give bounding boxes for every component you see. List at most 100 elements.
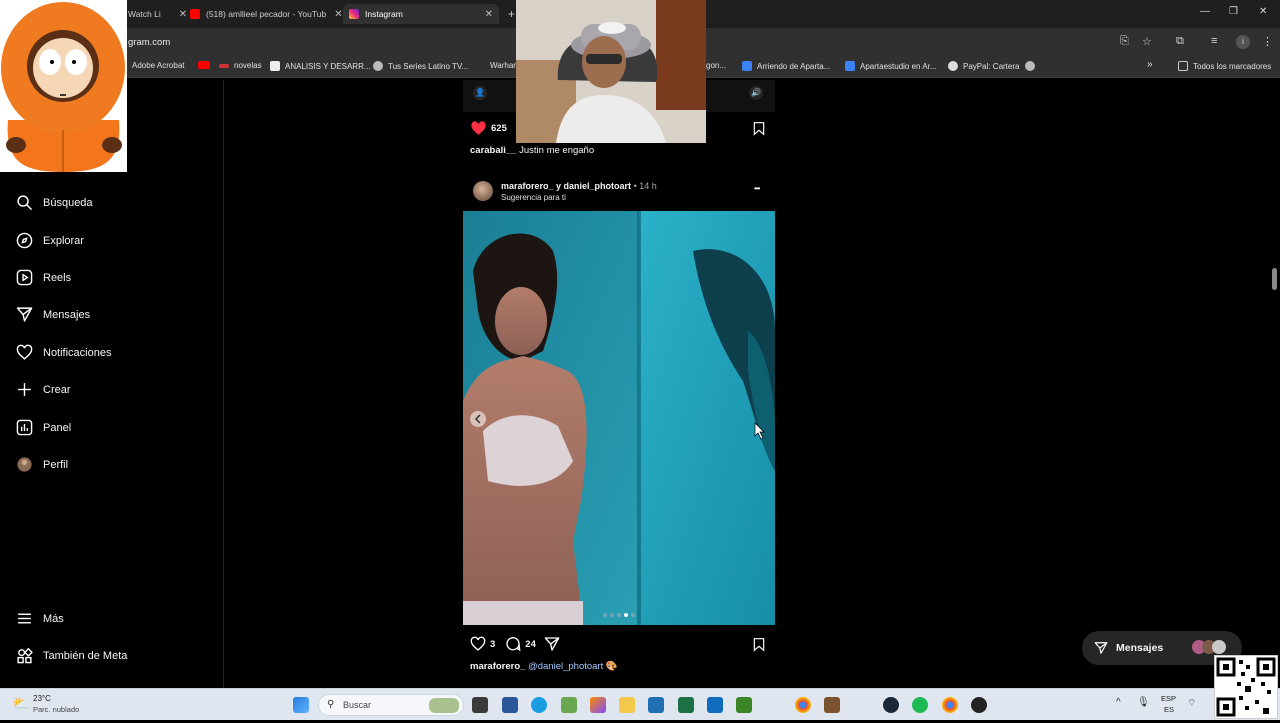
install-app-icon[interactable]: ⎘ [1120, 35, 1129, 48]
caption-username[interactable]: maraforero_ [470, 661, 525, 672]
bookmark-item[interactable]: Arriendo de Aparta... [742, 61, 830, 71]
sidebar-item-meta[interactable]: También de Meta [16, 647, 127, 664]
close-icon[interactable]: ✕ [485, 9, 493, 20]
chevron-up-icon[interactable]: ^ [1116, 697, 1121, 708]
minecraft-icon[interactable] [736, 697, 752, 713]
more-bookmarks-button[interactable]: » [1147, 59, 1153, 70]
post-authors[interactable]: maraforero_ y daniel_photoart [501, 181, 631, 191]
share-icon[interactable] [544, 636, 560, 652]
bookmark-item[interactable]: ANALISIS Y DESARR... [270, 61, 371, 71]
caption-username[interactable]: carabali__ [470, 145, 516, 156]
bookmark-icon[interactable] [752, 121, 766, 136]
word-icon[interactable] [502, 697, 518, 713]
steam-icon[interactable] [883, 697, 899, 713]
post-author-line: maraforero_ y daniel_photoart • 14 h [501, 181, 657, 191]
tab-youtube[interactable]: (518) amllieel pecador - YouTub ✕ [190, 4, 343, 24]
wifi-icon[interactable]: ⌔ [1187, 697, 1196, 710]
language-top[interactable]: ESP [1161, 694, 1176, 703]
extensions-icon[interactable]: ⧉ [1176, 35, 1184, 48]
store-icon[interactable] [648, 697, 664, 713]
carousel-prev-icon[interactable] [470, 411, 486, 427]
sidebar-item-notificaciones[interactable]: Notificaciones [16, 344, 111, 361]
tab-watch-live[interactable]: Watch Li ✕ [128, 4, 187, 24]
bookmark-icon[interactable] [752, 637, 766, 652]
edge-icon[interactable] [531, 697, 547, 713]
minimize-icon[interactable]: — [1200, 6, 1210, 17]
comment-icon[interactable] [505, 636, 521, 652]
chrome-active-icon[interactable] [942, 697, 958, 713]
shield-icon [742, 61, 752, 71]
chrome-icon[interactable] [795, 697, 811, 713]
webcam-overlay [516, 0, 706, 143]
task-view-icon[interactable] [472, 697, 488, 713]
post-carousel-image[interactable] [463, 211, 775, 625]
bookmark-item[interactable]: Warhar [490, 61, 516, 70]
sidebar-item-label: Perfil [43, 458, 69, 471]
minecraft-dungeons-icon[interactable] [824, 697, 840, 713]
sidebar-item-mas[interactable]: Más [16, 610, 64, 627]
weather-desc[interactable]: Parc. nublado [33, 705, 79, 714]
like-heart-icon[interactable] [470, 636, 486, 652]
webcam-feed [516, 0, 706, 143]
bookmark-item[interactable] [1025, 61, 1040, 71]
sidebar-item-crear[interactable]: Crear [16, 381, 71, 398]
sidebar-item-label: Reels [43, 271, 72, 284]
language-bottom[interactable]: ES [1164, 705, 1174, 714]
tab-instagram[interactable]: Instagram ✕ [343, 4, 499, 24]
youtube-icon [198, 61, 210, 69]
sidebar-item-label: Más [43, 612, 64, 625]
sidebar-item-perfil[interactable]: Perfil [16, 456, 68, 473]
window-close-icon[interactable]: ✕ [1259, 6, 1267, 17]
restore-icon[interactable]: ❐ [1229, 6, 1238, 17]
profile-avatar-icon[interactable]: i [1236, 35, 1250, 49]
all-bookmarks-folder[interactable]: Todos los marcadores [1178, 61, 1271, 71]
close-icon[interactable]: ✕ [334, 9, 342, 20]
weather-temp[interactable]: 23°C [33, 694, 51, 703]
liked-heart-icon[interactable] [470, 120, 487, 137]
outlook-icon[interactable] [707, 697, 723, 713]
file-explorer-icon[interactable] [619, 697, 635, 713]
excel-icon[interactable] [678, 697, 694, 713]
url-text[interactable]: gram.com [128, 37, 170, 48]
windows-start-icon[interactable] [293, 697, 309, 713]
bookmark-item[interactable]: Apartaestudio en Ar... [845, 61, 937, 71]
bookmark-item[interactable]: PayPal: Cartera [948, 61, 1019, 71]
new-tab-button[interactable]: + [508, 4, 515, 24]
bookmark-item[interactable]: Tus Series Latino TV... [373, 61, 468, 71]
sidebar-item-reels[interactable]: Reels [16, 269, 71, 286]
tab-title: Instagram [365, 9, 403, 19]
bookmark-item[interactable]: gon... [706, 61, 726, 70]
sidebar-item-busqueda[interactable]: Búsqueda [16, 194, 93, 211]
youtube-icon [190, 9, 200, 19]
menu-dots-icon[interactable]: ⋮ [1262, 35, 1273, 48]
bookmark-item[interactable]: novelas [219, 61, 262, 70]
sidebar-item-label: Búsqueda [43, 196, 93, 209]
obs-icon[interactable] [971, 697, 987, 713]
author-avatar[interactable] [473, 181, 493, 201]
app-icon[interactable] [561, 697, 577, 713]
meta-apps-icon [17, 647, 33, 664]
qr-code-overlay [1214, 655, 1278, 719]
microphone-icon[interactable]: 🎙 [1137, 697, 1150, 708]
globe-icon [1025, 61, 1035, 71]
caption-mention[interactable]: @daniel_photoart [528, 661, 603, 672]
sidebar-item-panel[interactable]: Panel [16, 419, 71, 436]
close-icon[interactable]: ✕ [179, 9, 187, 20]
post-options-icon[interactable]: ••• [754, 184, 760, 193]
search-placeholder: Buscar [343, 700, 372, 710]
shield-icon [845, 61, 855, 71]
messages-label: Mensajes [1116, 642, 1164, 654]
bookmark-item[interactable] [198, 61, 215, 69]
star-icon[interactable]: ☆ [1142, 35, 1152, 48]
sidebar-item-explorar[interactable]: Explorar [16, 232, 84, 249]
bookmark-item[interactable]: Adobe Acrobat [132, 61, 184, 70]
windows-taskbar: ⛅ 23°C Parc. nublado ⚲ Buscar ^ 🎙 ESP ES… [0, 688, 1280, 720]
media-control-icon[interactable]: ≡ [1211, 35, 1217, 47]
volume-icon[interactable]: 🔊 [749, 86, 763, 100]
scrollbar-thumb[interactable] [1272, 268, 1277, 290]
taskbar-search-box[interactable]: ⚲ Buscar [318, 694, 464, 716]
user-tag-icon[interactable]: 👤 [473, 86, 487, 100]
spotify-icon[interactable] [912, 697, 928, 713]
copilot-icon[interactable] [590, 697, 606, 713]
sidebar-item-mensajes[interactable]: Mensajes [16, 306, 90, 323]
